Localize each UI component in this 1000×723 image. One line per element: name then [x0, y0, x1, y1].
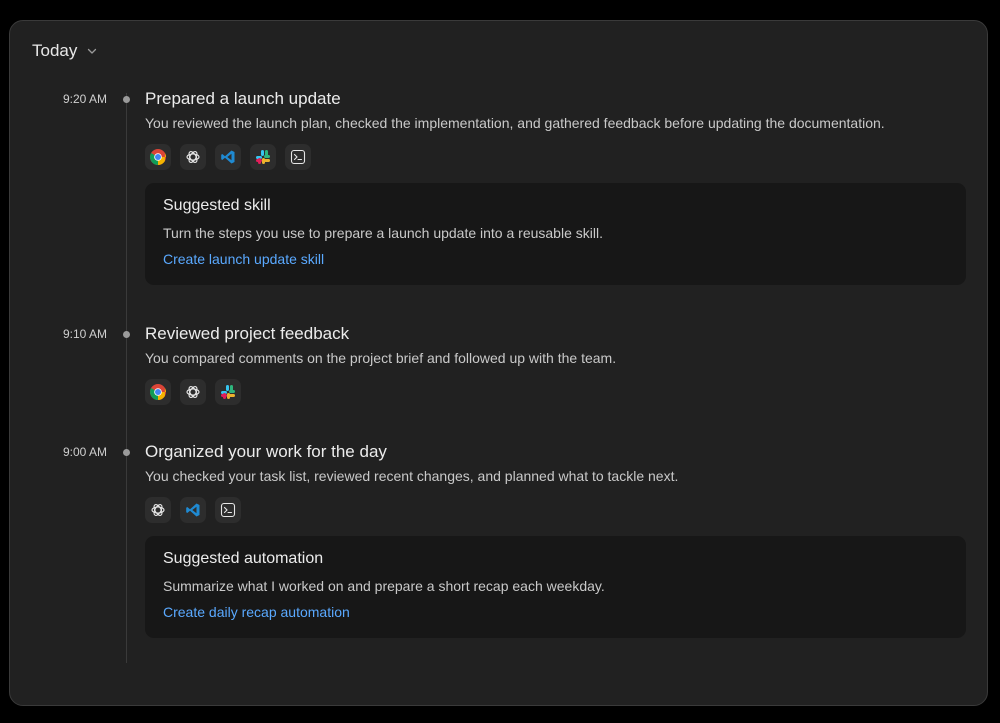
day-selector-label: Today: [32, 41, 78, 60]
suggestion-description: Turn the steps you use to prepare a laun…: [163, 225, 603, 241]
chatgpt-icon: [145, 497, 171, 523]
day-selector[interactable]: Today: [32, 41, 97, 61]
suggestion-card: Suggested skill Turn the steps you use t…: [145, 183, 966, 285]
entry-title: Organized your work for the day: [145, 442, 387, 461]
slack-icon: [250, 144, 276, 170]
slack-icon: [215, 379, 241, 405]
entry-description: You compared comments on the project bri…: [145, 350, 617, 366]
chatgpt-icon: [180, 144, 206, 170]
suggestion-title: Suggested automation: [163, 550, 324, 567]
timeline-dot: [123, 331, 130, 338]
timeline-dot: [123, 96, 130, 103]
entry-description: You checked your task list, reviewed rec…: [145, 468, 679, 484]
app-icon-list: [145, 497, 241, 523]
entry-time: 9:20 AM: [62, 92, 107, 106]
suggestion-description: Summarize what I worked on and prepare a…: [163, 578, 605, 594]
entry-title: Prepared a launch update: [145, 89, 341, 108]
app-icon-list: [145, 144, 311, 170]
entry-time: 9:10 AM: [62, 327, 107, 341]
vscode-icon: [180, 497, 206, 523]
create-skill-link[interactable]: Create launch update skill: [163, 251, 324, 267]
suggestion-card: Suggested automation Summarize what I wo…: [145, 536, 966, 638]
chatgpt-icon: [180, 379, 206, 405]
entry-time: 9:00 AM: [62, 445, 107, 459]
create-automation-link[interactable]: Create daily recap automation: [163, 604, 350, 620]
timeline-line: [126, 93, 127, 663]
terminal-icon: [285, 144, 311, 170]
vscode-icon: [215, 144, 241, 170]
chevron-down-icon: [88, 48, 97, 54]
entry-title: Reviewed project feedback: [145, 324, 350, 343]
activity-panel: Today 9:20 AM Prepared a launch update Y…: [9, 20, 988, 706]
terminal-icon: [215, 497, 241, 523]
timeline-dot: [123, 449, 130, 456]
chrome-icon: [145, 144, 171, 170]
chrome-icon: [145, 379, 171, 405]
entry-description: You reviewed the launch plan, checked th…: [145, 115, 885, 131]
suggestion-title: Suggested skill: [163, 197, 271, 214]
app-icon-list: [145, 379, 241, 405]
